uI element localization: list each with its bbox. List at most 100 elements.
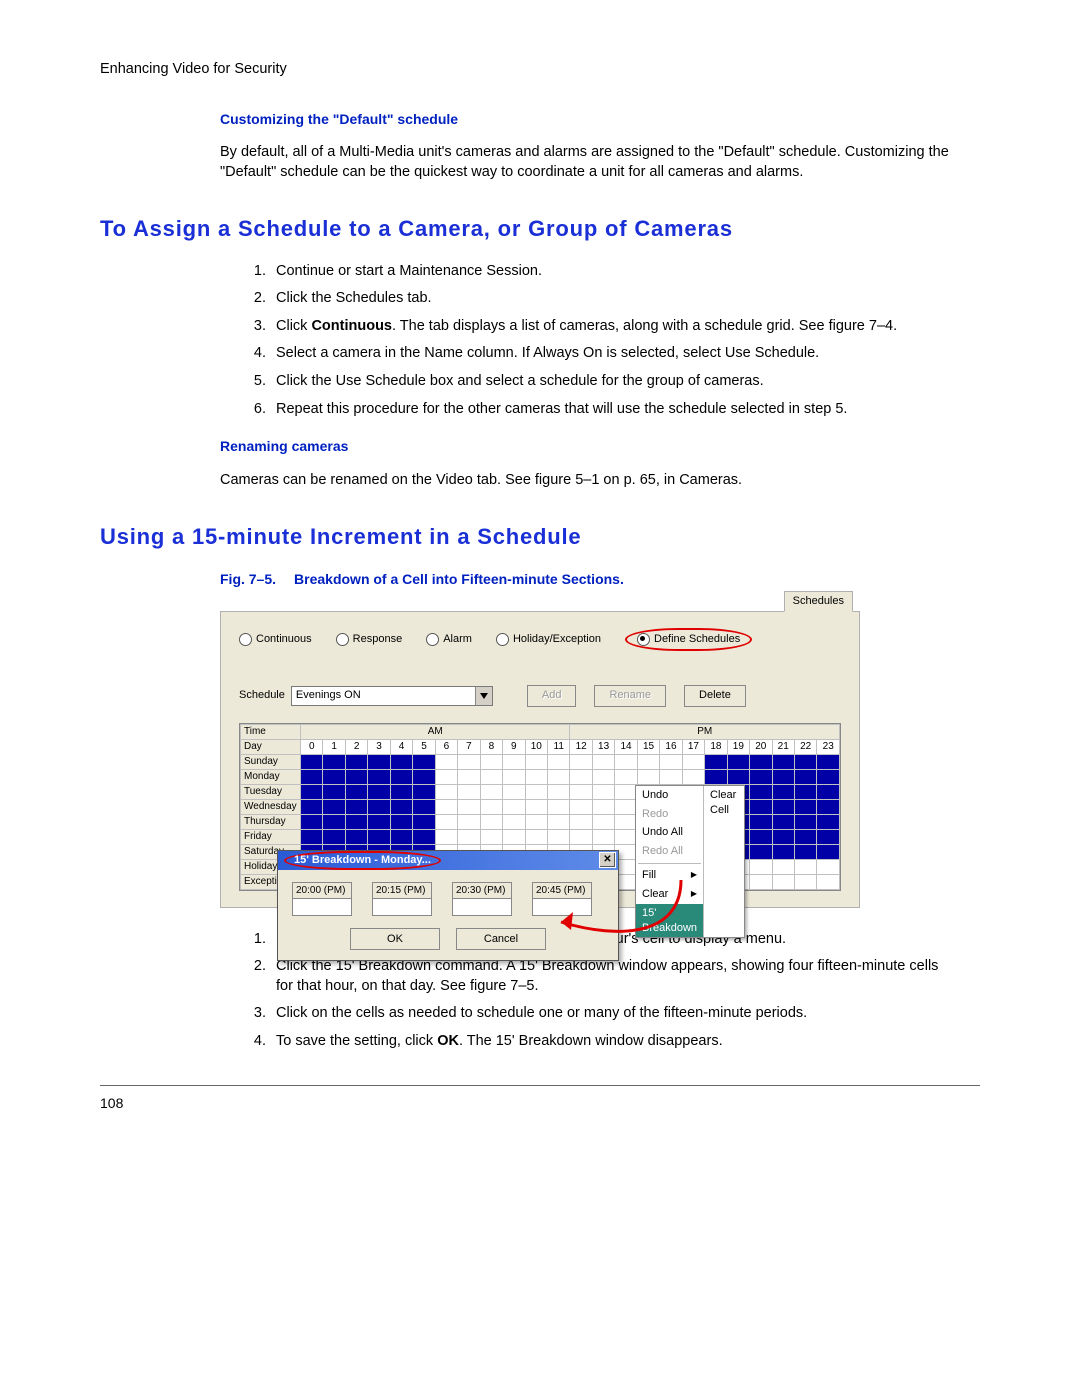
schedule-cell[interactable] [660, 769, 682, 784]
quarter-cell-3[interactable]: 20:45 (PM) [532, 882, 592, 917]
schedule-cell[interactable] [435, 784, 457, 799]
schedule-cell[interactable] [547, 784, 569, 799]
schedule-cell[interactable] [794, 829, 816, 844]
schedule-cell[interactable] [615, 814, 637, 829]
schedule-cell[interactable] [615, 769, 637, 784]
schedule-cell[interactable] [503, 829, 525, 844]
schedule-cell[interactable] [547, 829, 569, 844]
schedule-cell[interactable] [705, 754, 727, 769]
schedule-cell[interactable] [772, 784, 794, 799]
schedule-cell[interactable] [817, 859, 840, 874]
schedule-cell[interactable] [570, 799, 592, 814]
menu-clear[interactable]: Clear▶ [636, 885, 703, 904]
schedule-cell[interactable] [368, 829, 390, 844]
radio-alarm[interactable]: Alarm [426, 632, 472, 647]
radio-holiday[interactable]: Holiday/Exception [496, 632, 601, 647]
schedule-cell[interactable] [817, 799, 840, 814]
schedule-cell[interactable] [570, 769, 592, 784]
schedule-cell[interactable] [547, 799, 569, 814]
schedule-cell[interactable] [503, 799, 525, 814]
schedule-cell[interactable] [592, 814, 614, 829]
schedule-cell[interactable] [772, 829, 794, 844]
schedule-cell[interactable] [525, 814, 547, 829]
schedule-cell[interactable] [301, 769, 323, 784]
schedule-cell[interactable] [615, 784, 637, 799]
schedule-cell[interactable] [794, 814, 816, 829]
schedule-cell[interactable] [458, 784, 480, 799]
schedule-cell[interactable] [592, 799, 614, 814]
schedule-cell[interactable] [750, 799, 772, 814]
schedule-cell[interactable] [345, 799, 367, 814]
schedule-cell[interactable] [435, 814, 457, 829]
schedule-cell[interactable] [750, 874, 772, 889]
schedule-cell[interactable] [458, 814, 480, 829]
add-button[interactable]: Add [527, 685, 577, 707]
schedule-cell[interactable] [772, 769, 794, 784]
schedule-cell[interactable] [480, 769, 502, 784]
schedule-cell[interactable] [547, 814, 569, 829]
schedule-cell[interactable] [570, 784, 592, 799]
schedule-cell[interactable] [817, 754, 840, 769]
schedule-cell[interactable] [480, 799, 502, 814]
schedule-cell[interactable] [772, 859, 794, 874]
schedule-cell[interactable] [368, 754, 390, 769]
schedule-cell[interactable] [750, 769, 772, 784]
schedule-cell[interactable] [750, 814, 772, 829]
schedule-cell[interactable] [727, 769, 749, 784]
schedule-cell[interactable] [323, 799, 345, 814]
schedule-cell[interactable] [323, 814, 345, 829]
schedule-cell[interactable] [435, 829, 457, 844]
schedule-cell[interactable] [390, 754, 412, 769]
schedule-cell[interactable] [525, 784, 547, 799]
schedule-cell[interactable] [682, 769, 704, 784]
schedule-cell[interactable] [817, 769, 840, 784]
schedule-cell[interactable] [750, 859, 772, 874]
schedule-cell[interactable] [301, 784, 323, 799]
schedule-cell[interactable] [458, 754, 480, 769]
schedule-cell[interactable] [592, 784, 614, 799]
menu-15-breakdown[interactable]: 15' Breakdown [636, 904, 703, 938]
schedule-cell[interactable] [592, 769, 614, 784]
schedule-cell[interactable] [435, 769, 457, 784]
schedule-cell[interactable] [413, 799, 435, 814]
schedule-cell[interactable] [458, 769, 480, 784]
schedule-cell[interactable] [390, 829, 412, 844]
schedule-cell[interactable] [390, 769, 412, 784]
schedule-cell[interactable] [615, 829, 637, 844]
schedule-cell[interactable] [323, 784, 345, 799]
schedule-cell[interactable] [503, 814, 525, 829]
schedule-cell[interactable] [323, 754, 345, 769]
close-icon[interactable]: ✕ [599, 852, 616, 868]
schedule-cell[interactable] [345, 814, 367, 829]
schedule-cell[interactable] [592, 829, 614, 844]
schedule-cell[interactable] [817, 844, 840, 859]
schedule-cell[interactable] [413, 829, 435, 844]
schedule-cell[interactable] [503, 754, 525, 769]
schedule-cell[interactable] [727, 754, 749, 769]
schedule-cell[interactable] [794, 784, 816, 799]
schedule-cell[interactable] [480, 754, 502, 769]
menu-undo[interactable]: Undo [636, 786, 703, 805]
radio-continuous[interactable]: Continuous [239, 632, 312, 647]
schedule-cell[interactable] [413, 769, 435, 784]
schedule-cell[interactable] [345, 829, 367, 844]
schedule-cell[interactable] [794, 859, 816, 874]
schedule-cell[interactable] [794, 754, 816, 769]
cancel-button[interactable]: Cancel [456, 928, 546, 950]
schedule-cell[interactable] [413, 814, 435, 829]
schedule-cell[interactable] [503, 784, 525, 799]
schedule-cell[interactable] [368, 784, 390, 799]
schedule-cell[interactable] [413, 784, 435, 799]
schedule-cell[interactable] [570, 754, 592, 769]
schedule-cell[interactable] [458, 829, 480, 844]
schedule-cell[interactable] [323, 829, 345, 844]
schedule-cell[interactable] [435, 799, 457, 814]
schedule-cell[interactable] [750, 844, 772, 859]
schedule-cell[interactable] [301, 814, 323, 829]
schedule-select[interactable]: Evenings ON [291, 686, 493, 706]
schedule-cell[interactable] [817, 829, 840, 844]
menu-fill[interactable]: Fill▶ [636, 866, 703, 885]
ok-button[interactable]: OK [350, 928, 440, 950]
schedule-cell[interactable] [390, 784, 412, 799]
schedule-cell[interactable] [547, 769, 569, 784]
